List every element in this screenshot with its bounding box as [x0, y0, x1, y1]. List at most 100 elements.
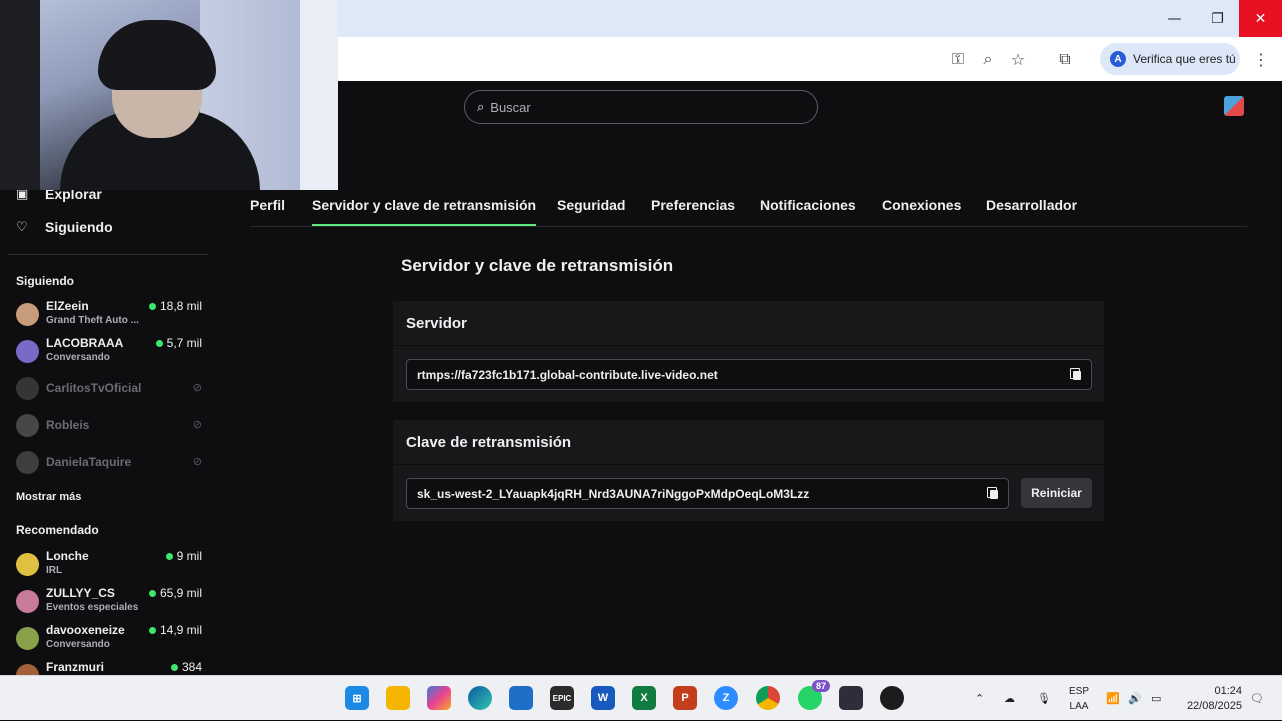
language-indicator[interactable]: ESP LAA	[1066, 684, 1092, 714]
minimize-button[interactable]: —	[1153, 0, 1196, 37]
server-panel: Servidor rtmps://fa723fc1b171.global-con…	[393, 301, 1104, 402]
tab-security[interactable]: Seguridad	[557, 197, 625, 213]
live-dot	[155, 339, 163, 347]
notifications-icon[interactable]: 🗨	[1250, 676, 1264, 721]
stream-key-value: sk_us-west-2_LYauapk4jqRH_Nrd3AUNA7riNgg…	[417, 486, 810, 501]
whatsapp-badge: 87	[811, 680, 830, 692]
stream-key-heading: Clave de retransmisión	[393, 420, 1104, 465]
channel-name: DanielaTaquire	[46, 455, 132, 469]
copy-icon[interactable]	[987, 487, 998, 499]
epic-games-icon[interactable]: EPIC	[550, 686, 574, 710]
server-heading: Servidor	[393, 301, 1104, 346]
avatar	[16, 303, 39, 326]
stream-key-field[interactable]: sk_us-west-2_LYauapk4jqRH_Nrd3AUNA7riNgg…	[406, 478, 1009, 509]
restore-button[interactable]: ❐	[1196, 0, 1239, 37]
word-icon[interactable]: W	[591, 686, 615, 710]
divider	[8, 254, 208, 255]
system-clock[interactable]: 01:24 22/08/2025	[1180, 684, 1242, 714]
verify-label: Verifica que eres tú	[1133, 52, 1236, 66]
windows-start-icon[interactable]: ⊞	[345, 686, 369, 710]
channel-item[interactable]: CarlitosTvOficial ⊘	[16, 373, 202, 407]
viewer-count: 384	[170, 660, 202, 674]
live-dot	[148, 589, 156, 597]
live-dot	[148, 302, 156, 310]
recommended-heading: Recomendado	[16, 523, 99, 537]
server-url-value: rtmps://fa723fc1b171.global-contribute.l…	[417, 367, 718, 382]
volume-icon[interactable]: 🔊	[1128, 676, 1142, 721]
offline-icon: ⊘	[192, 381, 202, 394]
edge-icon[interactable]	[468, 686, 492, 710]
channel-item[interactable]: ZULLYY_CS Eventos especiales 65,9 mil	[16, 586, 202, 620]
live-dot	[148, 626, 156, 634]
channel-item[interactable]: DanielaTaquire ⊘	[16, 447, 202, 481]
offline-icon: ⊘	[192, 455, 202, 468]
zoom-icon[interactable]: ⌕	[973, 37, 1003, 81]
cloud-offline-icon[interactable]: ☁	[1004, 676, 1015, 721]
password-key-icon[interactable]: ⚿	[943, 37, 973, 81]
viewer-count: 14,9 mil	[148, 623, 202, 637]
user-avatar[interactable]	[1224, 96, 1244, 116]
wifi-icon[interactable]: 📶	[1106, 676, 1120, 721]
channel-name: ZULLYY_CS	[46, 586, 115, 600]
obs-icon[interactable]	[880, 686, 904, 710]
channel-name: Robleis	[46, 418, 90, 432]
file-explorer-icon[interactable]	[386, 686, 410, 710]
following-heading: Siguiendo	[16, 274, 74, 288]
channel-name: ElZeein	[46, 299, 89, 313]
channel-item[interactable]: Lonche IRL 9 mil	[16, 549, 202, 583]
avatar	[16, 590, 39, 613]
channel-name: CarlitosTvOficial	[46, 381, 142, 395]
zoom-icon[interactable]: Z	[714, 686, 738, 710]
avatar	[16, 340, 39, 363]
reset-key-button[interactable]: Reiniciar	[1021, 478, 1092, 508]
search-input[interactable]: ⌕ Buscar	[464, 90, 818, 124]
channel-item[interactable]: Robleis ⊘	[16, 410, 202, 444]
search-placeholder: Buscar	[490, 99, 531, 115]
offline-icon: ⊘	[192, 418, 202, 431]
close-window-button[interactable]: ✕	[1239, 0, 1282, 37]
channel-item[interactable]: Franzmuri 384	[16, 660, 202, 675]
channel-item[interactable]: LACOBRAAA Conversando 5,7 mil	[16, 336, 202, 370]
channel-item[interactable]: ElZeein Grand Theft Auto ... 18,8 mil	[16, 299, 202, 333]
avatar	[16, 664, 39, 675]
tab-stream-key[interactable]: Servidor y clave de retransmisión	[312, 197, 537, 226]
whatsapp-icon[interactable]: 87	[798, 680, 830, 710]
browser-menu-icon[interactable]: ⋮	[1246, 37, 1276, 81]
live-dot	[170, 663, 178, 671]
sidebar-item-following[interactable]: ♡ Siguiendo	[16, 219, 113, 235]
avatar	[16, 377, 39, 400]
channel-category: Conversando	[46, 352, 110, 363]
taskbar: ⊞ EPIC W X P Z 87 ⌃ ☁ 🎙 ESP LAA 📶 🔊 ▭ 01…	[0, 675, 1282, 720]
settings-tabs: Perfil Servidor y clave de retransmisión…	[250, 197, 1247, 227]
sidebar-item-label: Siguiendo	[45, 219, 113, 235]
copilot-icon[interactable]	[427, 686, 451, 710]
tab-profile[interactable]: Perfil	[250, 197, 285, 213]
extensions-icon[interactable]: ⧉	[1050, 37, 1080, 81]
battery-icon[interactable]: ▭	[1151, 676, 1161, 721]
avatar	[16, 414, 39, 437]
bookmark-star-icon[interactable]: ☆	[1003, 37, 1033, 81]
chrome-icon[interactable]	[756, 686, 780, 710]
show-more-link[interactable]: Mostrar más	[16, 491, 81, 503]
terminal-icon[interactable]	[839, 686, 863, 710]
tab-connections[interactable]: Conexiones	[882, 197, 961, 213]
tab-notifications[interactable]: Notificaciones	[760, 197, 856, 213]
microphone-muted-icon[interactable]: 🎙	[1037, 676, 1051, 721]
powerpoint-icon[interactable]: P	[673, 686, 697, 710]
viewer-count: 5,7 mil	[155, 336, 202, 350]
excel-icon[interactable]: X	[632, 686, 656, 710]
profile-verify-button[interactable]: A Verifica que eres tú	[1100, 43, 1240, 75]
store-icon[interactable]	[509, 686, 533, 710]
channel-item[interactable]: davooxeneize Conversando 14,9 mil	[16, 623, 202, 657]
tab-preferences[interactable]: Preferencias	[651, 197, 735, 213]
copy-icon[interactable]	[1070, 368, 1081, 380]
server-url-field[interactable]: rtmps://fa723fc1b171.global-contribute.l…	[406, 359, 1092, 390]
live-dot	[165, 552, 173, 560]
profile-avatar: A	[1110, 51, 1126, 67]
page-title: Servidor y clave de retransmisión	[401, 256, 674, 275]
tray-chevron-icon[interactable]: ⌃	[975, 676, 984, 721]
tab-developer[interactable]: Desarrollador	[986, 197, 1077, 213]
heart-icon: ♡	[16, 219, 28, 235]
viewer-count: 18,8 mil	[148, 299, 202, 313]
channel-category: IRL	[46, 565, 63, 576]
